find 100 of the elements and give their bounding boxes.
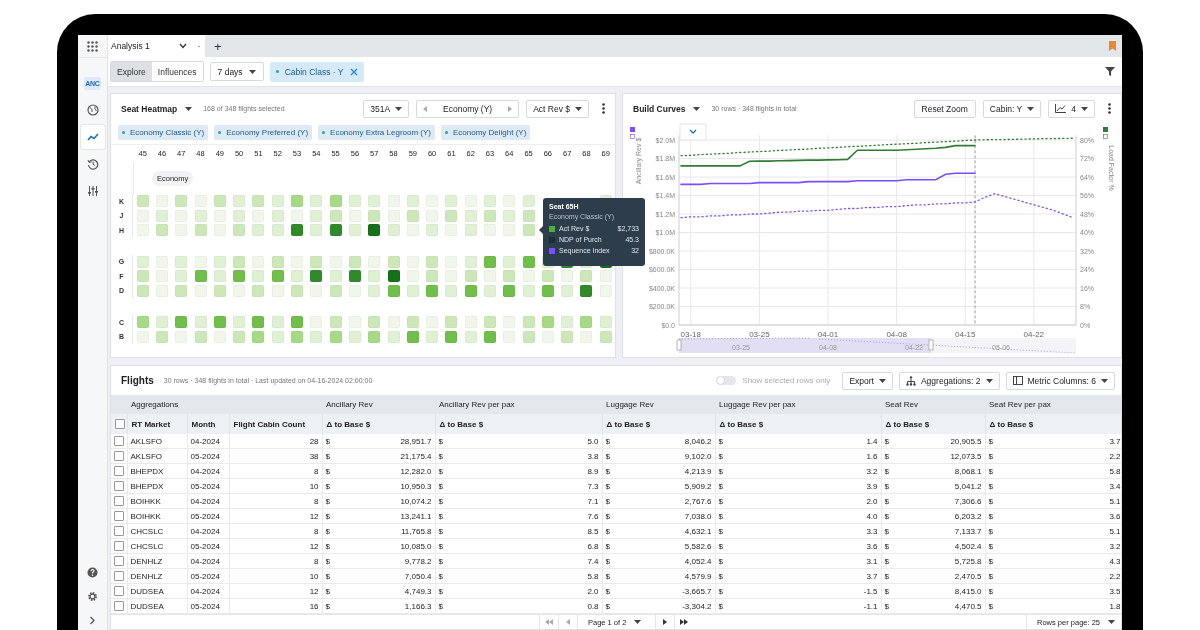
next-icon[interactable] xyxy=(508,105,513,112)
seat-cell[interactable] xyxy=(329,224,342,237)
seat-cell[interactable] xyxy=(561,330,574,343)
seat-cell[interactable] xyxy=(503,330,516,343)
seat-cell[interactable] xyxy=(464,224,477,237)
seat-cell[interactable] xyxy=(155,255,168,268)
seat-cell[interactable] xyxy=(310,316,323,329)
seat-cell[interactable] xyxy=(291,330,303,343)
seat-cell[interactable] xyxy=(213,284,226,297)
checkbox[interactable] xyxy=(114,571,124,581)
seat-cell[interactable] xyxy=(522,209,535,222)
seat-cell[interactable] xyxy=(175,255,188,268)
seat-cell[interactable] xyxy=(213,195,226,208)
seat-cell[interactable] xyxy=(599,316,612,329)
seat-cell[interactable] xyxy=(175,209,188,222)
seat-cell[interactable] xyxy=(522,255,535,268)
seat-cell[interactable] xyxy=(194,284,207,297)
seat-cell[interactable] xyxy=(252,209,265,222)
seat-cell[interactable] xyxy=(561,270,574,283)
cabin-stepper[interactable]: Economy (Y) xyxy=(416,99,520,118)
seat-cell[interactable] xyxy=(464,209,477,222)
seat-cell[interactable] xyxy=(406,209,419,222)
column-header[interactable]: Month xyxy=(187,414,229,434)
seat-cell[interactable] xyxy=(464,255,477,268)
seat-cell[interactable] xyxy=(387,209,400,222)
seat-cell[interactable] xyxy=(291,316,303,329)
seat-cell[interactable] xyxy=(136,195,149,208)
seat-cell[interactable] xyxy=(194,209,207,222)
seat-cell[interactable] xyxy=(175,270,188,283)
seat-cell[interactable] xyxy=(291,209,303,222)
checkbox[interactable] xyxy=(114,586,124,596)
close-icon[interactable] xyxy=(349,67,358,76)
seat-cell[interactable] xyxy=(406,330,419,343)
seat-cell[interactable] xyxy=(310,209,323,222)
seat-cell[interactable] xyxy=(368,209,381,222)
seat-cell[interactable] xyxy=(368,195,381,208)
seat-cell[interactable] xyxy=(522,224,535,237)
seat-cell[interactable] xyxy=(503,270,516,283)
metric-dropdown[interactable]: Act Rev $ xyxy=(526,99,589,118)
seat-cell[interactable] xyxy=(348,209,361,222)
seat-cell[interactable] xyxy=(271,330,284,343)
seat-cell[interactable] xyxy=(329,316,342,329)
seat-cell[interactable] xyxy=(522,330,535,343)
seat-cell[interactable] xyxy=(155,316,168,329)
column-header[interactable]: Flight Cabin Count xyxy=(229,414,323,434)
seat-cell[interactable] xyxy=(503,224,516,237)
seat-cell[interactable] xyxy=(175,284,188,297)
seat-cell[interactable] xyxy=(291,224,303,237)
seat-cell[interactable] xyxy=(503,316,516,329)
period-dropdown[interactable]: 7 days xyxy=(209,62,264,81)
seat-cell[interactable] xyxy=(522,284,535,297)
seat-cell[interactable] xyxy=(599,270,612,283)
seat-cell[interactable] xyxy=(445,316,458,329)
seat-cell[interactable] xyxy=(387,255,400,268)
seat-cell[interactable] xyxy=(445,270,458,283)
seat-cell[interactable] xyxy=(445,195,458,208)
column-header[interactable]: Δ to Base $ xyxy=(985,414,1121,434)
range-navigator[interactable] xyxy=(676,337,1077,354)
seat-cell[interactable] xyxy=(426,284,439,297)
seat-cell[interactable] xyxy=(329,284,342,297)
seat-cell[interactable] xyxy=(213,330,226,343)
seat-cell[interactable] xyxy=(233,195,246,208)
seat-cell[interactable] xyxy=(310,255,323,268)
seat-cell[interactable] xyxy=(175,224,188,237)
seat-cell[interactable] xyxy=(406,270,419,283)
seat-cell[interactable] xyxy=(271,270,284,283)
seat-cell[interactable] xyxy=(329,330,342,343)
checkbox[interactable] xyxy=(114,481,124,491)
seat-cell[interactable] xyxy=(252,284,265,297)
seat-cell[interactable] xyxy=(155,209,168,222)
seat-cell[interactable] xyxy=(522,195,535,208)
column-header[interactable]: RT Market xyxy=(127,414,187,434)
seat-cell[interactable] xyxy=(368,316,381,329)
seat-cell[interactable] xyxy=(213,209,226,222)
seat-cell[interactable] xyxy=(155,224,168,237)
seat-cell[interactable] xyxy=(484,284,496,297)
seat-cell[interactable] xyxy=(387,330,400,343)
seat-cell[interactable] xyxy=(368,224,381,237)
seat-cell[interactable] xyxy=(368,284,381,297)
seat-cell[interactable] xyxy=(194,224,207,237)
checkbox[interactable] xyxy=(114,511,124,521)
seat-cell[interactable] xyxy=(580,270,593,283)
column-header[interactable]: Δ to Base $ xyxy=(602,414,716,434)
seat-cell[interactable] xyxy=(348,330,361,343)
seat-cell[interactable] xyxy=(426,330,439,343)
seat-cell[interactable] xyxy=(348,224,361,237)
seat-cell[interactable] xyxy=(310,195,323,208)
seat-cell[interactable] xyxy=(310,224,323,237)
seat-cell[interactable] xyxy=(291,255,303,268)
cabin-dropdown[interactable]: Cabin: Y xyxy=(982,99,1042,118)
seat-cell[interactable] xyxy=(348,195,361,208)
seat-cell[interactable] xyxy=(175,330,188,343)
checkbox[interactable] xyxy=(114,466,124,476)
checkbox[interactable] xyxy=(114,496,124,506)
seat-cell[interactable] xyxy=(213,316,226,329)
seat-cell[interactable] xyxy=(406,195,419,208)
seat-cell[interactable] xyxy=(484,255,496,268)
seat-cell[interactable] xyxy=(155,270,168,283)
reset-zoom-button[interactable]: Reset Zoom xyxy=(913,99,976,118)
seat-cell[interactable] xyxy=(387,195,400,208)
